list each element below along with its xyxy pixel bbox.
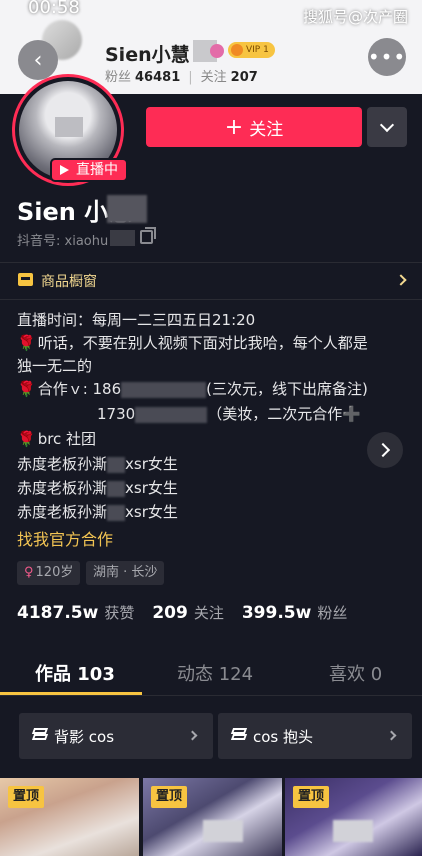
age-chip: ♀ 120岁: [17, 561, 81, 585]
video-thumbnail[interactable]: 置顶: [0, 778, 139, 856]
douyin-id: 抖音号: xiaohu: [17, 230, 108, 249]
layers-icon: [230, 728, 248, 742]
blurred-number: [135, 406, 208, 423]
rose-icon: 🌹: [17, 380, 36, 398]
shop-window-label: 商品橱窗: [41, 274, 97, 290]
live-tag[interactable]: 直播中: [50, 158, 128, 182]
fans-label[interactable]: 粉丝: [317, 604, 347, 622]
douyin-id-value: xiaohu: [64, 234, 109, 249]
following-label: 关注: [200, 70, 227, 85]
bio-line: 直播时间：每周一二三四五日21:20: [17, 311, 256, 329]
following-count: 207: [230, 70, 258, 85]
id-blur: [110, 230, 135, 246]
chevron-right-icon: [187, 730, 198, 741]
fans-count: 46481: [135, 70, 181, 85]
face-blur: [333, 820, 373, 842]
name-blur: [107, 195, 147, 223]
fans-label: 粉丝: [105, 70, 132, 85]
profile-stats: 4187.5w 获赞 209 关注 399.5w 粉丝: [17, 602, 365, 623]
follow-button[interactable]: + 关注: [146, 107, 362, 147]
bio-line: 🌹 听话，不要在别人视频下面对比我哈，每个人都是: [17, 334, 368, 352]
collection-card[interactable]: 背影 cos: [19, 713, 213, 759]
likes-label: 获赞: [104, 604, 135, 622]
status-time: 00:58: [28, 0, 80, 18]
pinned-badge: 置顶: [8, 786, 45, 808]
pinned-badge: 置顶: [151, 786, 188, 808]
tab-dynamics[interactable]: 动态 124: [177, 660, 253, 686]
following-value[interactable]: 209: [152, 603, 188, 623]
video-thumbnail[interactable]: 置顶: [285, 778, 422, 856]
stats-separator: |: [188, 70, 193, 85]
female-icon: ♀: [24, 565, 34, 580]
live-dot-icon: [210, 44, 224, 58]
chevron-left-icon: ‹: [33, 47, 43, 73]
collection-label: 背影 cos: [54, 728, 115, 746]
chevron-down-icon: [379, 117, 395, 132]
recommend-dropdown-button[interactable]: [367, 107, 407, 147]
blurred-number: [121, 381, 207, 398]
likes-value: 4187.5w: [17, 603, 99, 623]
back-button[interactable]: ‹: [18, 40, 58, 80]
location-chip: 湖南 · 长沙: [86, 561, 165, 585]
bio-line: 1730 （美妆，二次元合作➕: [97, 405, 361, 423]
bio-expand-button[interactable]: [367, 432, 403, 468]
plus-icon: +: [224, 114, 244, 140]
header-stats: 粉丝 46481 | 关注 207: [105, 66, 258, 85]
divider: [0, 262, 422, 263]
divider: [0, 299, 422, 300]
header-username: Sien小慧: [105, 44, 190, 66]
follow-label: 关注: [249, 119, 284, 140]
tab-works[interactable]: 作品 103: [35, 660, 115, 686]
bio-line: 赤度老板孙澌 xsr女生: [17, 455, 178, 473]
rose-icon: 🌹: [17, 334, 36, 352]
vip-badge: VIP 1: [228, 42, 275, 58]
blurred-text: [107, 480, 126, 497]
following-label[interactable]: 关注: [194, 604, 224, 622]
fans-value[interactable]: 399.5w: [242, 603, 311, 623]
pinned-badge: 置顶: [293, 786, 330, 808]
rose-icon: 🌹: [17, 430, 36, 448]
bio-line: 赤度老板孙澌 xsr女生: [17, 479, 178, 497]
video-thumbnail[interactable]: 置顶: [143, 778, 282, 856]
watermark: 搜狐号@次产圈: [302, 8, 408, 26]
chevron-right-icon: [386, 730, 397, 741]
face-blur: [203, 820, 243, 842]
divider: [0, 695, 422, 696]
shop-icon: [18, 273, 33, 286]
layers-icon: [31, 728, 49, 742]
copy-icon[interactable]: [140, 227, 156, 244]
blurred-text: [107, 456, 126, 473]
shop-window-row[interactable]: 商品橱窗: [0, 264, 422, 298]
collection-label: cos 抱头: [253, 728, 314, 746]
collection-card[interactable]: cos 抱头: [218, 713, 412, 759]
plus-icon: ➕: [342, 405, 361, 423]
content-tabs: 作品 103 动态 124 喜欢 0: [0, 650, 422, 695]
bio-line: 赤度老板孙澌 xsr女生: [17, 503, 178, 521]
bio-line: 独一无二的: [17, 357, 93, 375]
blurred-text: [107, 504, 126, 521]
bio-line: 🌹 brc 社团: [17, 430, 97, 448]
avatar-face-blur: [55, 117, 83, 137]
official-cooperation-link[interactable]: 找我官方合作: [17, 526, 113, 550]
douyin-id-label: 抖音号:: [17, 234, 61, 249]
tab-likes[interactable]: 喜欢 0: [329, 660, 382, 686]
bio-line: 🌹 合作ｖ: 186 (三次元，线下出席备注): [17, 380, 368, 398]
chevron-right-icon: [395, 274, 407, 286]
more-button[interactable]: •••: [368, 38, 406, 76]
